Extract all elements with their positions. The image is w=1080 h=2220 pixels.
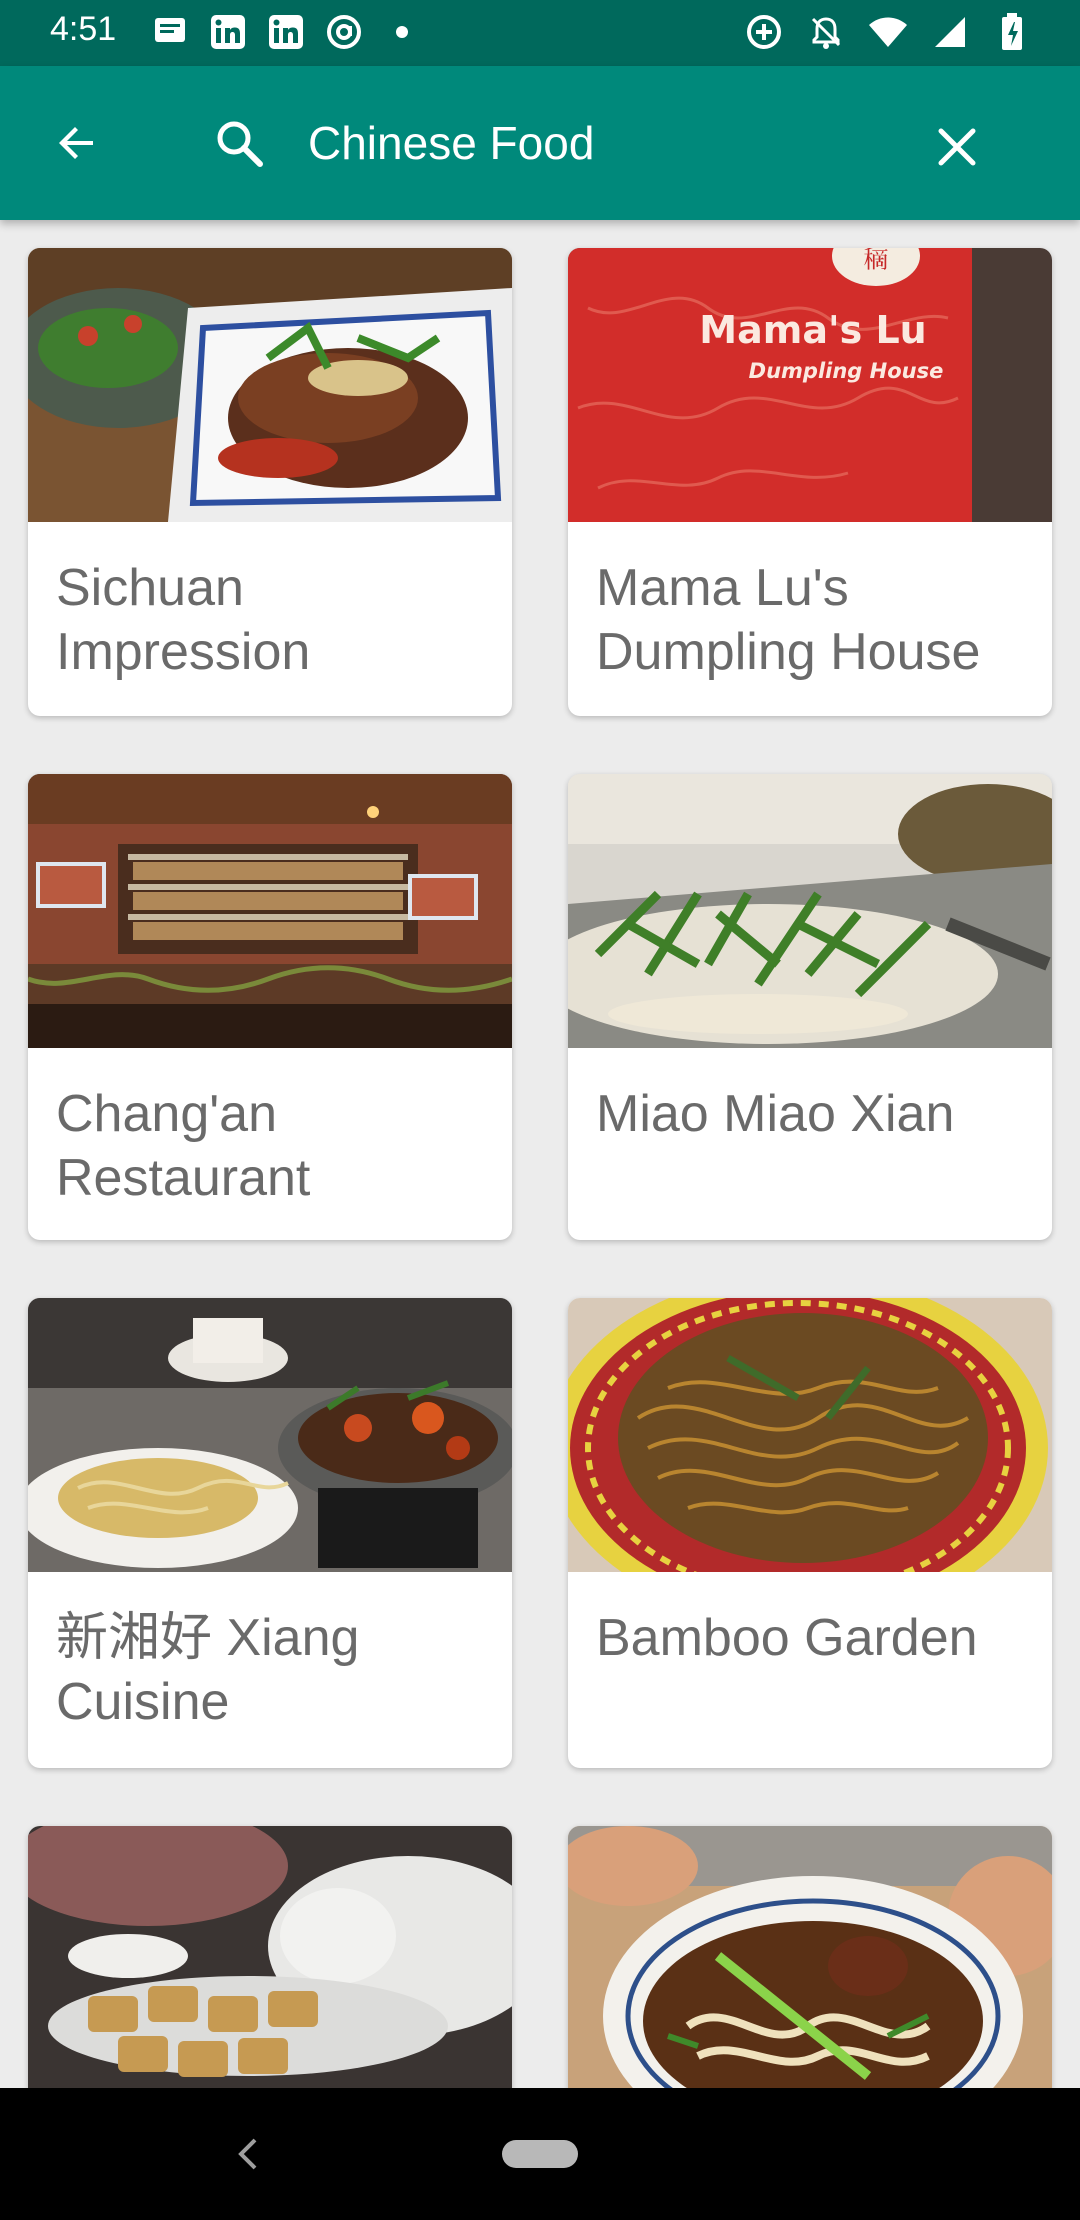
restaurant-card[interactable]: Bamboo Garden <box>568 1298 1052 1768</box>
notifications-off-icon <box>806 12 846 52</box>
clear-search-button[interactable] <box>920 110 994 184</box>
nav-home-pill[interactable] <box>502 2140 578 2168</box>
restaurant-image <box>568 1298 1052 1572</box>
navigation-bar <box>0 2088 1080 2220</box>
nav-back-button[interactable] <box>222 2128 274 2180</box>
dot-icon <box>382 12 422 52</box>
signal-icon <box>930 12 970 52</box>
restaurant-card[interactable]: 𥡦 Mama's Lu Dumpling House Mama Lu's Dum… <box>568 248 1052 716</box>
at-sign-icon <box>324 12 364 52</box>
status-bar: 4:51 <box>0 0 1080 66</box>
linkedin-icon <box>266 12 306 52</box>
svg-text:𥡦: 𥡦 <box>863 248 889 275</box>
close-icon <box>938 128 976 166</box>
restaurant-card[interactable]: Miao Miao Xian <box>568 774 1052 1240</box>
search-icon <box>217 121 263 167</box>
restaurant-name: 新湘好 Xiang Cuisine <box>56 1609 360 1731</box>
restaurant-image <box>28 1298 512 1572</box>
wifi-icon <box>868 12 908 52</box>
restaurant-image <box>568 1826 1052 2088</box>
back-button[interactable] <box>40 106 114 180</box>
notification-icons <box>150 12 422 52</box>
restaurant-image <box>28 248 512 522</box>
arrow-back-icon <box>59 127 93 159</box>
restaurant-image <box>28 774 512 1048</box>
restaurant-card[interactable] <box>568 1826 1052 2088</box>
search-input[interactable] <box>308 110 868 176</box>
messages-icon <box>150 12 190 52</box>
restaurant-image: 𥡦 Mama's Lu Dumpling House <box>568 248 1052 522</box>
battery-icon <box>992 12 1032 52</box>
restaurant-name: Miao Miao Xian <box>596 1085 955 1143</box>
search-toolbar <box>0 66 1080 220</box>
menu-cover-subtitle: Dumpling House <box>749 359 944 383</box>
restaurant-name: Sichuan Impression <box>56 559 311 681</box>
status-time: 4:51 <box>50 10 117 48</box>
data-saver-icon <box>744 12 784 52</box>
results-grid: Sichuan Impression 𥡦 Mama's Lu Dumpling … <box>0 220 1080 2088</box>
restaurant-image <box>28 1826 512 2088</box>
nav-back-icon <box>238 2138 257 2170</box>
restaurant-name: Bamboo Garden <box>596 1609 978 1667</box>
linkedin-icon <box>208 12 248 52</box>
menu-cover-title: Mama's Lu <box>699 308 926 352</box>
restaurant-name: Mama Lu's Dumpling House <box>596 559 981 681</box>
restaurant-card[interactable] <box>28 1826 512 2088</box>
restaurant-name: Chang'an Restaurant <box>56 1085 311 1207</box>
restaurant-card[interactable]: Sichuan Impression <box>28 248 512 716</box>
restaurant-card[interactable]: Chang'an Restaurant <box>28 774 512 1240</box>
restaurant-card[interactable]: 新湘好 Xiang Cuisine <box>28 1298 512 1768</box>
restaurant-image <box>568 774 1052 1048</box>
system-icons <box>744 12 1032 52</box>
